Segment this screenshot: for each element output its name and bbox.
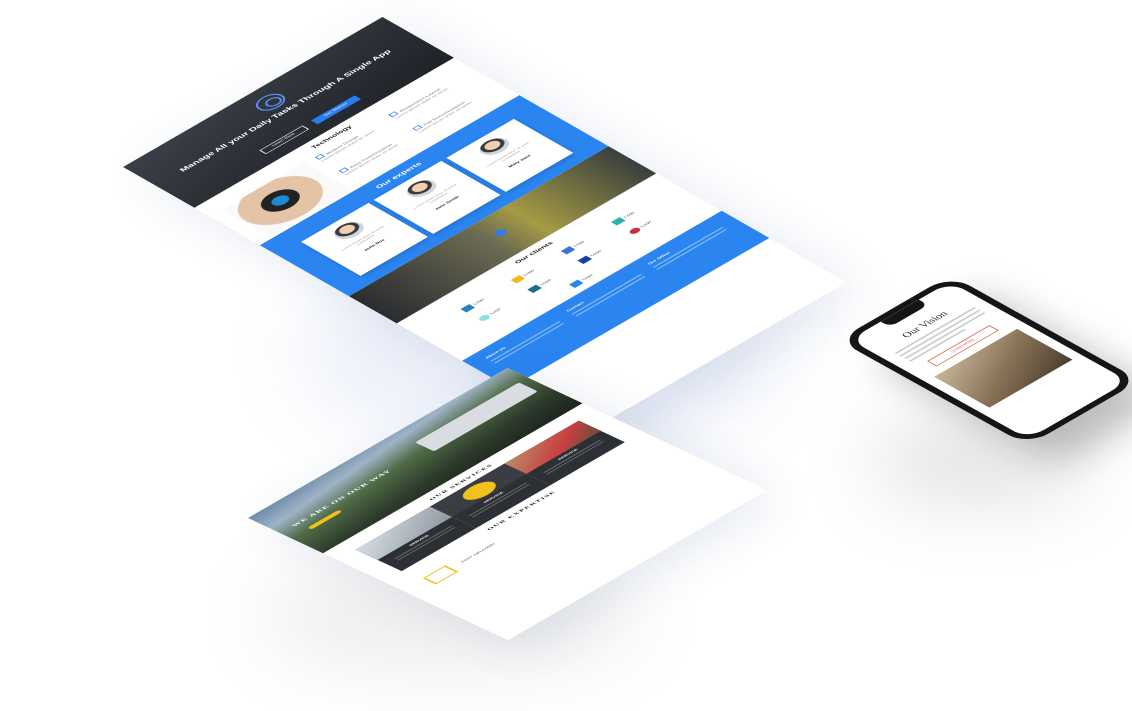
client-logo-icon: [577, 255, 593, 264]
phone-shadow: [870, 420, 1090, 500]
client-logo-icon: [561, 245, 576, 255]
building-photo: [934, 328, 1073, 408]
transport-hero-title: WE ARE ON OUR WAY: [290, 468, 393, 528]
phone-screen: Our Vision LEARN MORE: [849, 281, 1129, 440]
client-logo-icon: [510, 274, 526, 284]
client-logo-icon: [477, 313, 493, 322]
feature-title: Full Documentation: [422, 101, 467, 127]
stage: Manage All your Daily Tasks Through A Si…: [0, 0, 1132, 711]
client-logo-icon: [611, 216, 626, 226]
phone-mockup: Our Vision LEARN MORE: [838, 275, 1132, 446]
client-logo-icon: [627, 226, 643, 235]
client-logo-icon: [460, 303, 476, 313]
feature-title: Easy Customization: [349, 143, 394, 169]
client-logo-icon: [569, 279, 585, 288]
diamond-icon: [494, 229, 507, 237]
client-logo-icon: [527, 284, 543, 293]
